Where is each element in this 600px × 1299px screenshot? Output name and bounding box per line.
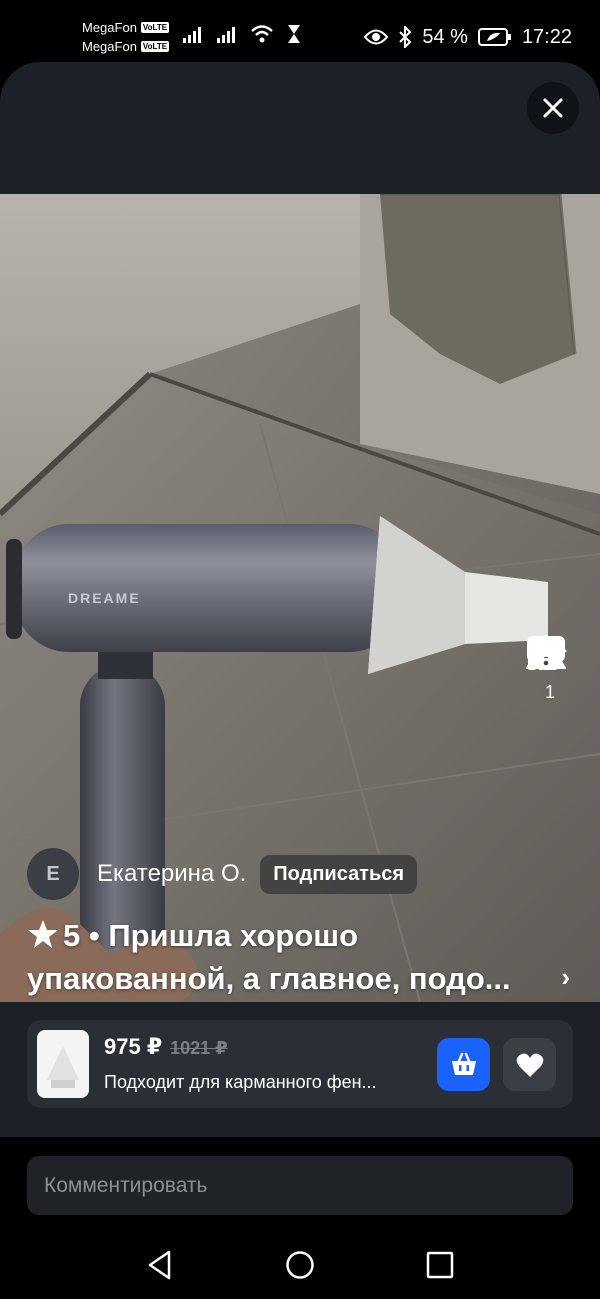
- signal-icons: [182, 24, 302, 44]
- carrier-1: MegaFon: [82, 20, 137, 35]
- signal-icon: [217, 27, 235, 43]
- dryer-brand-text: DREAME: [68, 590, 141, 606]
- status-bar: MegaFon VoLTE MegaFon VoLTE 54 % 17:22: [0, 0, 600, 62]
- carrier-info: MegaFon VoLTE MegaFon VoLTE: [82, 18, 170, 56]
- home-button[interactable]: [280, 1245, 320, 1285]
- favorite-button[interactable]: [503, 1038, 556, 1091]
- recents-square-icon: [426, 1251, 454, 1278]
- review-text[interactable]: 5 • Пришла хорошо упакованной, а главное…: [27, 914, 547, 1000]
- product-title: Подходит для карманного фен...: [104, 1072, 377, 1092]
- bluetooth-icon: [399, 26, 412, 48]
- chevron-right-icon[interactable]: ›: [561, 962, 570, 993]
- share-icon: [528, 636, 567, 668]
- product-thumbnail: [37, 1030, 89, 1098]
- star-icon: [28, 920, 58, 948]
- review-sheet: DREAME 1 Е Екатерина О. Подписаться 5 • …: [0, 62, 600, 1137]
- back-triangle-icon: [148, 1250, 171, 1279]
- subscribe-button[interactable]: Подписаться: [260, 854, 418, 894]
- price-row: 975 ₽ 1021 ₽: [104, 1034, 228, 1060]
- wifi-icon: [251, 25, 273, 43]
- like-count: 1: [544, 682, 555, 702]
- author-name[interactable]: Екатерина О.: [97, 860, 246, 888]
- share-button[interactable]: [528, 636, 572, 915]
- report-button[interactable]: [526, 635, 572, 835]
- close-icon: [543, 98, 563, 118]
- recents-button[interactable]: [420, 1245, 460, 1285]
- hourglass-icon: [288, 25, 300, 43]
- review-line-1: 5 • Пришла хорошо: [27, 914, 547, 957]
- home-circle-icon: [286, 1250, 314, 1279]
- comments-button[interactable]: [527, 636, 572, 759]
- author-row: Е Екатерина О. Подписаться: [27, 848, 418, 900]
- signal-icon: [183, 27, 201, 43]
- carrier-2: MegaFon: [82, 39, 137, 54]
- comment-input[interactable]: [27, 1156, 573, 1215]
- status-right: 54 % 17:22: [364, 24, 572, 50]
- review-line-2: упакованной, а главное, подо...: [27, 961, 511, 996]
- eye-icon: [364, 29, 389, 45]
- add-to-cart-button[interactable]: [437, 1038, 490, 1091]
- clock: 17:22: [521, 26, 572, 48]
- heart-icon: [516, 1053, 543, 1077]
- action-rail: 1: [526, 634, 574, 915]
- price: 975 ₽: [104, 1034, 163, 1059]
- avatar[interactable]: Е: [27, 848, 79, 900]
- old-price: 1021 ₽: [170, 1038, 228, 1058]
- review-line-1-text: 5 • Пришла хорошо: [63, 918, 359, 953]
- basket-icon: [451, 1052, 476, 1075]
- volte-badge: VoLTE: [140, 41, 170, 52]
- battery-icon: [477, 28, 511, 46]
- volte-badge: VoLTE: [140, 22, 170, 33]
- product-card[interactable]: 975 ₽ 1021 ₽ Подходит для карманного фен…: [27, 1020, 573, 1108]
- battery-percent: 54 %: [422, 26, 468, 48]
- navigation-bar: [0, 1230, 600, 1299]
- close-button[interactable]: [527, 82, 579, 134]
- back-button[interactable]: [140, 1245, 180, 1285]
